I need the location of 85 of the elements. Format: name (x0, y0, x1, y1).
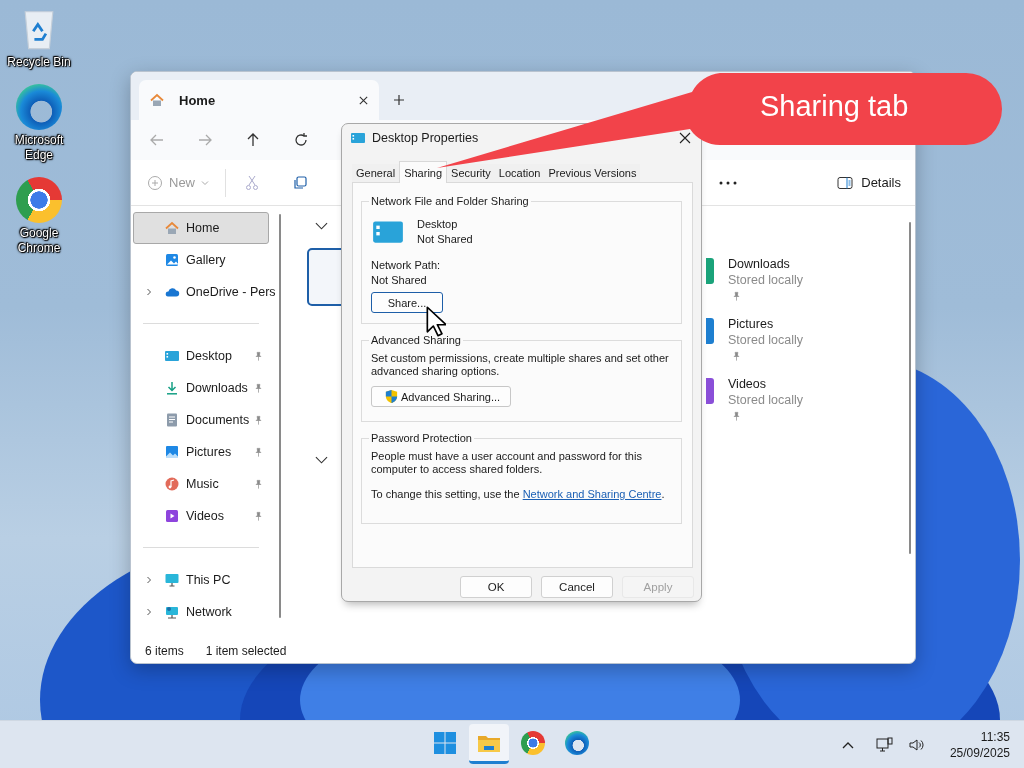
chrome-icon (521, 730, 545, 755)
description-text: Set custom permissions, create multiple shares and set other advanced sharing options. (371, 352, 670, 378)
share-button[interactable]: Share... (371, 292, 443, 313)
edge-icon (565, 730, 589, 755)
refresh-icon[interactable] (293, 132, 309, 148)
callout-label: Sharing tab (760, 90, 909, 123)
back-arrow-icon[interactable] (149, 132, 165, 148)
home-icon (149, 92, 165, 108)
dialog-title: Desktop Properties (372, 131, 480, 145)
sidebar-item[interactable]: Documents (133, 404, 269, 436)
windows-logo-icon (433, 730, 457, 755)
advanced-sharing-button[interactable]: Advanced Sharing... (371, 386, 512, 407)
close-icon[interactable] (679, 132, 691, 144)
sidebar-item[interactable]: Gallery (133, 244, 269, 276)
item-count: 6 items (145, 644, 184, 658)
group-title: Advanced Sharing (370, 334, 462, 346)
forward-arrow-icon[interactable] (197, 132, 213, 148)
network-icon (164, 604, 180, 620)
group-title: Password Protection (370, 432, 473, 444)
folder-name[interactable]: Pictures (728, 316, 804, 332)
details-pane-icon (837, 174, 854, 191)
cut-icon[interactable] (244, 174, 260, 191)
dialog-button[interactable]: Cancel (541, 576, 613, 598)
group-title: Network File and Folder Sharing (370, 195, 530, 207)
sidebar-item[interactable]: Pictures (133, 436, 269, 468)
share-status: Not Shared (417, 232, 473, 247)
sidebar-item[interactable]: Music (133, 468, 269, 500)
caret-icon (201, 178, 209, 187)
folder-name: Desktop (417, 217, 459, 232)
sidebar-item[interactable]: OneDrive - Pers (133, 276, 277, 308)
instruction-text: To change this setting, use the Network and Sharing Centre. (371, 488, 666, 501)
more-options-icon[interactable] (719, 180, 738, 185)
date-text: 25/09/2025 (949, 744, 1010, 761)
clock[interactable]: 11:35 25/09/2025 (949, 728, 1010, 761)
shield-icon (384, 389, 399, 404)
edge-icon[interactable] (16, 84, 62, 130)
gallery-icon (164, 252, 180, 268)
video-icon (164, 508, 180, 524)
sidebar-item[interactable]: Downloads (133, 372, 269, 404)
download-icon (164, 380, 180, 396)
folder-status: Stored locally (728, 332, 804, 348)
chevron-up-icon[interactable] (841, 740, 854, 749)
time-text: 11:35 (980, 728, 1010, 745)
copy-icon[interactable] (292, 174, 308, 191)
chevron-right-icon[interactable] (145, 608, 153, 616)
chevron-right-icon[interactable] (145, 288, 153, 296)
up-arrow-icon[interactable] (245, 132, 261, 148)
speaker-icon[interactable] (907, 736, 926, 753)
close-icon[interactable] (358, 94, 369, 106)
plus-circle-icon (147, 174, 163, 191)
chrome-icon[interactable] (16, 177, 62, 223)
folder-name[interactable]: Videos (728, 376, 804, 392)
folder-status: Stored locally (728, 392, 804, 408)
description-text: People must have a user account and password for this computer to access shared folders. (371, 450, 643, 476)
chevron-right-icon[interactable] (145, 576, 153, 584)
picture-icon (164, 444, 180, 460)
mouse-pointer-icon (426, 306, 446, 337)
taskbar-app-button[interactable] (469, 724, 509, 764)
music-icon (164, 476, 180, 492)
network-path-value: Not Shared (371, 273, 428, 288)
scrollbar[interactable] (279, 214, 281, 618)
document-icon (164, 412, 180, 428)
sidebar-item[interactable]: Desktop (133, 340, 269, 372)
sidebar-item[interactable]: Home (133, 212, 269, 244)
dialog-button[interactable]: OK (460, 576, 532, 598)
folder-icon (350, 130, 366, 146)
chevron-down-icon[interactable] (315, 456, 328, 464)
sidebar-item[interactable]: Network (133, 596, 269, 628)
folder-status: Stored locally (728, 272, 804, 288)
desktop-icon (164, 348, 180, 364)
details-button[interactable]: Details (837, 174, 901, 191)
scrollbar[interactable] (909, 222, 911, 554)
pc-icon (164, 572, 180, 588)
home-icon (164, 220, 180, 236)
folder-name[interactable]: Downloads (728, 256, 804, 272)
selection-count: 1 item selected (205, 644, 287, 658)
network-icon[interactable] (875, 736, 894, 753)
dialog-tab[interactable]: Sharing (399, 161, 448, 183)
new-tab-icon[interactable] (393, 94, 405, 106)
explorer-tab[interactable]: Home (139, 80, 379, 120)
chevron-down-icon[interactable] (315, 222, 328, 230)
sidebar-item[interactable]: Videos (133, 500, 269, 532)
folder-icon[interactable] (706, 378, 714, 404)
sidebar-item[interactable]: This PC (133, 564, 269, 596)
network-path-label: Network Path: (371, 258, 442, 273)
